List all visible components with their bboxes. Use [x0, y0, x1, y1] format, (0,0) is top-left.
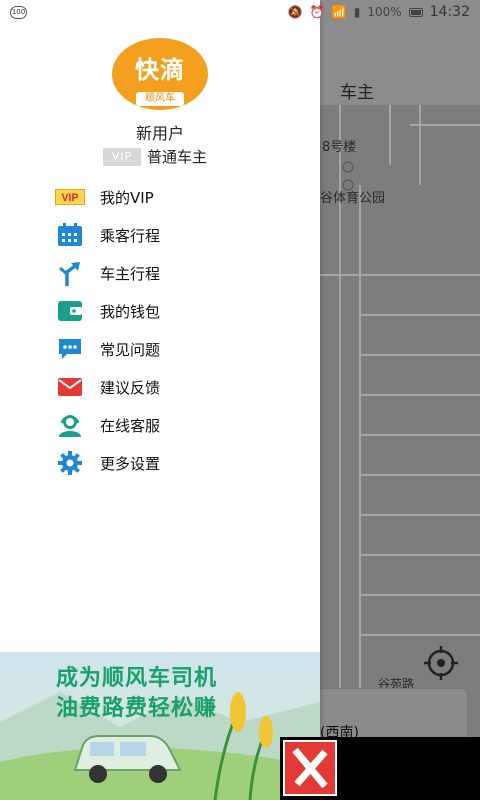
calendar-icon — [55, 223, 85, 246]
ad-subheadline: 油费路费轻松赚 — [56, 696, 218, 721]
battery-percent: 100% — [367, 5, 402, 19]
route-icon — [55, 262, 85, 286]
menu-label: 常见问题 — [100, 340, 161, 359]
menu-label: 车主行程 — [100, 264, 161, 283]
vip-icon: VIP — [55, 186, 85, 208]
status-badge: 100 — [10, 5, 27, 19]
vip-tag: VIP — [103, 147, 141, 166]
menu-label: 我的钱包 — [100, 302, 161, 321]
mute-icon: 🔕 — [287, 5, 303, 19]
close-ad-button[interactable] — [283, 740, 337, 796]
logo-subtext: 顺风车 — [136, 92, 184, 106]
battery-icon — [408, 7, 423, 17]
status-bar: 100 🔕 ⏰ 📶 ▮ 100% 14:32 — [0, 0, 480, 24]
menu-label: 在线客服 — [100, 416, 161, 435]
menu-label: 我的VIP — [100, 188, 154, 207]
menu-label: 乘客行程 — [100, 226, 161, 245]
menu-label: 建议反馈 — [100, 378, 161, 397]
map-label: 8号楼 — [322, 140, 357, 155]
chat-icon — [55, 338, 85, 360]
mail-icon — [55, 376, 85, 398]
app-logo: 快滴 顺风车 — [112, 38, 208, 110]
logo-text: 快滴 — [135, 56, 185, 84]
wallet-icon — [55, 300, 85, 322]
username[interactable]: 新用户 — [0, 120, 320, 144]
vip-status: VIP 普通车主 — [103, 146, 207, 167]
ad-headline: 成为顺风车司机 — [56, 666, 218, 691]
drawer-menu: VIP 我的VIP 乘客行程 车主行程 我的钱包 常见问题 建议反馈 在线客服 … — [55, 178, 305, 482]
vip-level: 普通车主 — [147, 148, 208, 166]
support-icon — [55, 414, 85, 437]
menu-item-faq[interactable]: 常见问题 — [55, 330, 305, 368]
menu-item-feedback[interactable]: 建议反馈 — [55, 368, 305, 406]
signal-icon: ▮ — [353, 5, 361, 19]
map-view[interactable]: 车主 8号楼 谷体育公园 谷苑路 (西南) — [320, 0, 480, 800]
svg-text:VIP: VIP — [61, 192, 78, 204]
menu-item-passenger-trips[interactable]: 乘客行程 — [55, 216, 305, 254]
locate-icon[interactable] — [423, 645, 459, 681]
gear-icon — [55, 451, 85, 475]
menu-label: 更多设置 — [100, 454, 161, 473]
menu-item-wallet[interactable]: 我的钱包 — [55, 292, 305, 330]
map-title: 车主 — [340, 83, 374, 103]
status-time: 14:32 — [429, 4, 470, 20]
wifi-icon: 📶 — [331, 5, 347, 19]
menu-item-vip[interactable]: VIP 我的VIP — [55, 178, 305, 216]
close-icon — [292, 747, 328, 789]
menu-item-support[interactable]: 在线客服 — [55, 406, 305, 444]
alarm-icon: ⏰ — [309, 5, 325, 19]
menu-item-driver-trips[interactable]: 车主行程 — [55, 254, 305, 292]
map-label: 谷体育公园 — [320, 191, 386, 206]
menu-item-settings[interactable]: 更多设置 — [55, 444, 305, 482]
